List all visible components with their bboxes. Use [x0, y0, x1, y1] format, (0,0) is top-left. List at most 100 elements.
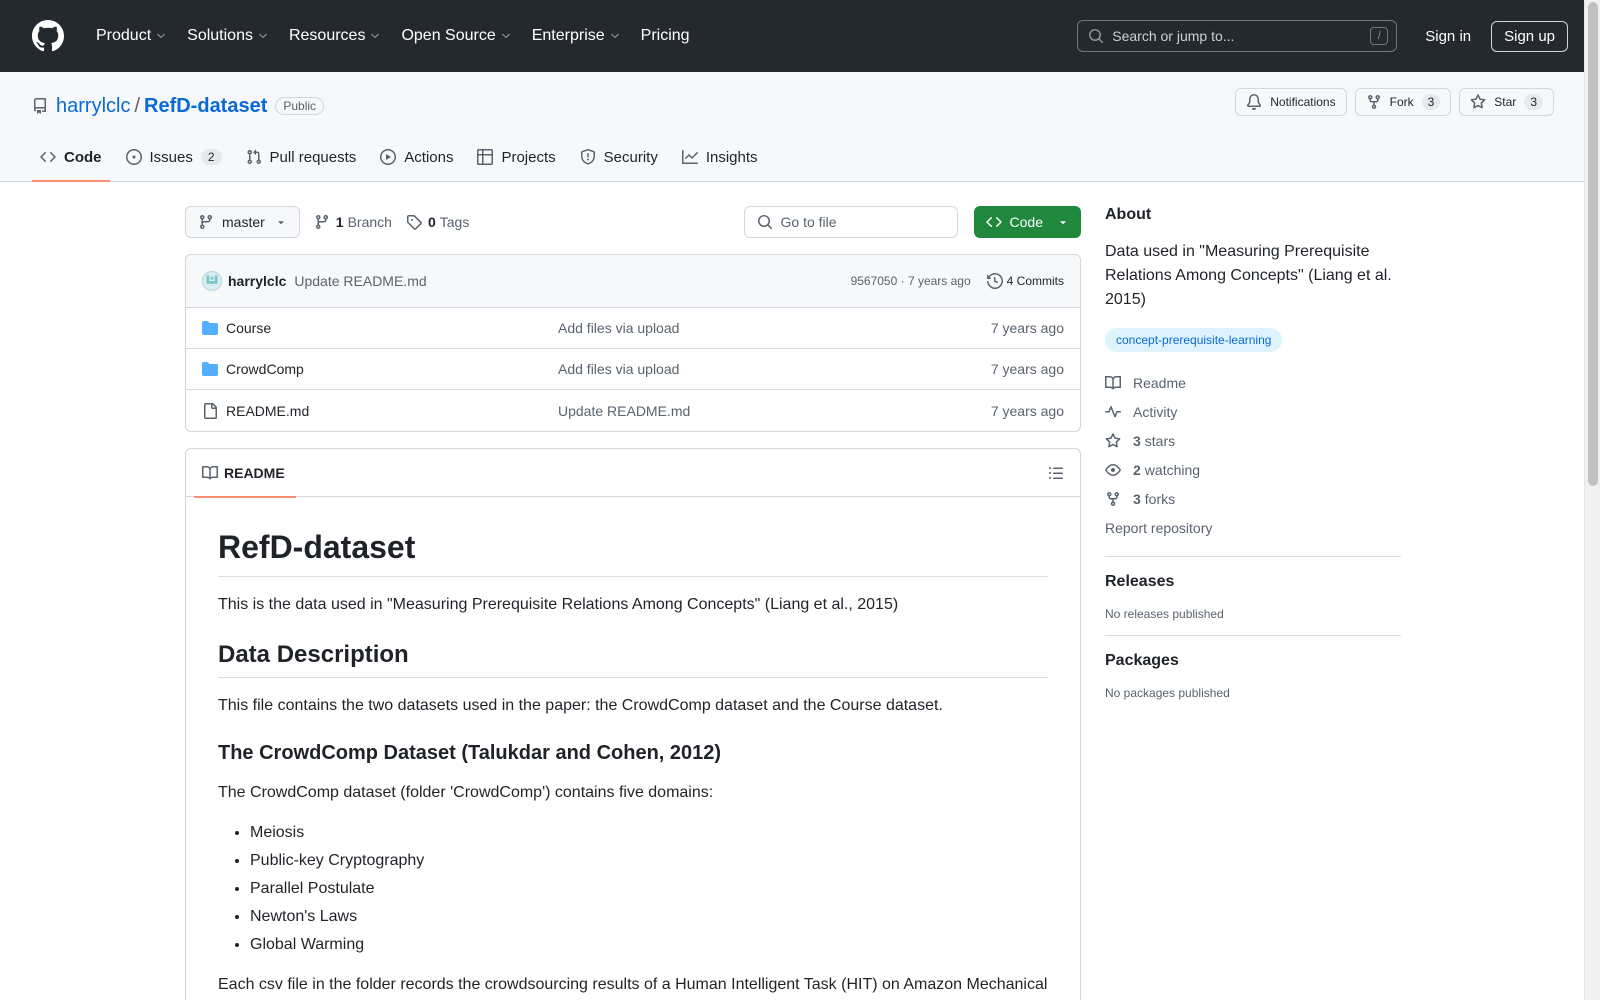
file-name[interactable]: Course [226, 320, 558, 336]
file-name[interactable]: README.md [226, 403, 558, 419]
file-time: 7 years ago [990, 361, 1064, 377]
nav-pricing[interactable]: Pricing [633, 27, 698, 45]
tag-count: 0 [427, 214, 436, 230]
scrollbar-thumb[interactable] [1588, 2, 1598, 486]
forks-label: forks [1144, 490, 1176, 507]
nav-enterprise[interactable]: Enterprise [524, 27, 629, 45]
latest-commit: harrylclc Update README.md 9567050 · 7 y… [186, 255, 1080, 308]
file-time: 7 years ago [990, 320, 1064, 336]
forks-count: 3 [1133, 490, 1141, 507]
chevron-down-icon [610, 33, 619, 39]
folder-icon [202, 362, 218, 376]
topic-tag[interactable]: concept-prerequisite-learning [1105, 328, 1283, 352]
list-item: Meiosis [250, 821, 1048, 845]
commit-meta[interactable]: 9567050 · 7 years ago [851, 274, 971, 288]
nav-product[interactable]: Product [88, 27, 175, 45]
list-item: Public-key Cryptography [250, 849, 1048, 873]
about-description: Data used in "Measuring Prerequisite Rel… [1105, 243, 1392, 308]
chevron-down-icon [501, 33, 510, 39]
folder-icon [202, 321, 218, 335]
repo-header: harrylclc / RefD-dataset Public Notifica… [0, 72, 1600, 182]
visibility-badge: Public [275, 97, 325, 115]
stars-link[interactable]: 3 stars [1105, 426, 1401, 455]
readme-tab-label: README [224, 464, 285, 481]
branch-name: master [222, 214, 265, 230]
avatar[interactable] [202, 271, 222, 291]
watching-label: watching [1144, 461, 1201, 478]
commit-message[interactable]: Update README.md [294, 273, 426, 289]
tab-security[interactable]: Security [572, 133, 666, 181]
tab-code-label: Code [64, 148, 102, 166]
sign-up-button[interactable]: Sign up [1491, 20, 1568, 52]
github-logo-icon[interactable] [32, 20, 64, 52]
book-icon [202, 465, 218, 479]
stars-count: 3 [1133, 432, 1141, 449]
file-commit-message[interactable]: Add files via upload [558, 320, 679, 336]
repo-actions: Notifications Fork 3 Star 3 [1235, 88, 1554, 116]
go-to-file-input[interactable]: Go to file [743, 206, 958, 238]
packages-heading[interactable]: Packages [1105, 652, 1401, 670]
caret-down-icon [278, 221, 284, 225]
tab-pull-requests[interactable]: Pull requests [238, 133, 365, 181]
watching-link[interactable]: 2 watching [1105, 455, 1401, 484]
nav-pricing-label: Pricing [640, 27, 690, 44]
repo-name-link[interactable]: RefD-dataset [144, 95, 267, 118]
star-label: Star [1494, 95, 1517, 109]
file-name[interactable]: CrowdComp [226, 361, 558, 377]
forks-link[interactable]: 3 forks [1105, 484, 1401, 513]
nav-solutions[interactable]: Solutions [179, 27, 277, 45]
global-nav: Product Solutions Resources Open Source … [88, 27, 702, 45]
readme-csv-text: Each csv file in the folder records the … [218, 976, 1048, 993]
repo-owner-link[interactable]: harrylclc [56, 95, 130, 118]
readme-tab[interactable]: README [194, 449, 296, 498]
nav-open-source[interactable]: Open Source [393, 27, 519, 45]
header-right: Search or jump to... / Sign in Sign up [1077, 20, 1568, 52]
tab-actions[interactable]: Actions [372, 133, 461, 181]
notifications-button[interactable]: Notifications [1235, 88, 1347, 116]
commits-link[interactable]: 4 Commits [986, 273, 1064, 289]
readme-link[interactable]: Readme [1105, 368, 1401, 397]
fork-icon [1367, 95, 1380, 110]
fork-button[interactable]: Fork 3 [1354, 88, 1452, 116]
report-repository-link[interactable]: Report repository [1105, 513, 1401, 542]
file-commit-message[interactable]: Add files via upload [558, 361, 679, 377]
file-time: 7 years ago [990, 402, 1064, 419]
releases-heading[interactable]: Releases [1105, 573, 1401, 591]
file-commit-message[interactable]: Update README.md [558, 403, 690, 419]
sign-in-link[interactable]: Sign in [1413, 22, 1483, 51]
divider [1105, 635, 1401, 636]
search-placeholder: Search or jump to... [1112, 28, 1235, 44]
tab-pull-requests-label: Pull requests [269, 148, 357, 166]
branches-link[interactable]: 1 Branch [314, 214, 392, 230]
shield-icon [580, 149, 595, 165]
activity-link-label: Activity [1133, 403, 1178, 420]
nav-enterprise-label: Enterprise [531, 27, 605, 44]
tags-link[interactable]: 0 Tags [406, 214, 469, 230]
file-icon [204, 402, 217, 419]
go-to-file-placeholder: Go to file [780, 214, 837, 230]
tab-insights[interactable]: Insights [674, 133, 766, 181]
file-toolbar: master 1 Branch 0 Tags Go to file Code [185, 206, 1081, 238]
nav-product-label: Product [96, 27, 152, 44]
graph-icon [681, 150, 698, 164]
stars-label: stars [1144, 432, 1176, 449]
page-scrollbar[interactable] [1584, 0, 1600, 1000]
list-outline-icon[interactable] [1048, 465, 1064, 481]
tab-issues[interactable]: Issues 2 [118, 133, 230, 181]
activity-link[interactable]: Activity [1105, 397, 1401, 426]
star-button[interactable]: Star 3 [1459, 88, 1554, 116]
commit-author[interactable]: harrylclc [228, 273, 286, 289]
tab-projects[interactable]: Projects [469, 133, 563, 181]
file-row-course: Course Add files via upload 7 years ago [186, 308, 1080, 349]
code-dropdown-button[interactable]: Code [973, 206, 1081, 238]
readme-heading-data-description: Data Description [218, 641, 1048, 678]
branch-selector[interactable]: master [185, 206, 300, 238]
watching-count: 2 [1133, 461, 1141, 478]
repo-tabs: Code Issues 2 Pull requests Actions Proj… [32, 133, 774, 182]
search-input[interactable]: Search or jump to... / [1077, 20, 1398, 52]
nav-resources[interactable]: Resources [281, 27, 389, 45]
fork-label: Fork [1389, 95, 1414, 109]
tab-code[interactable]: Code [32, 133, 110, 182]
readme-panel: README RefD-dataset This is the data use… [185, 448, 1081, 1000]
file-row-readme: README.md Update README.md 7 years ago [186, 390, 1080, 431]
